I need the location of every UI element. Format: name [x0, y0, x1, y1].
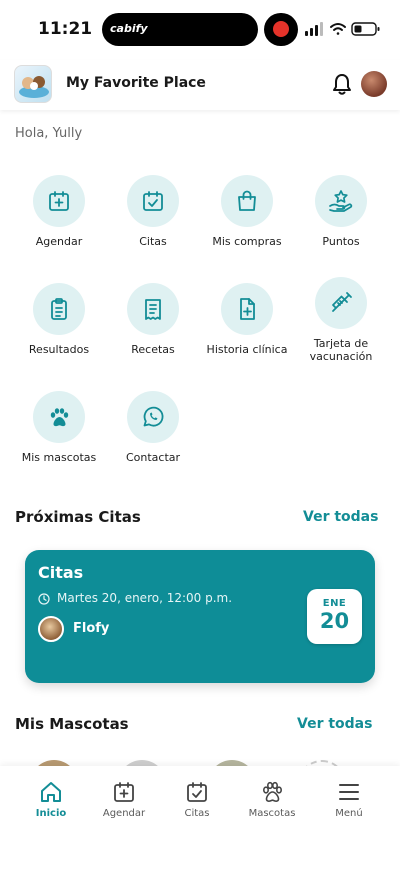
- app-header: My Favorite Place: [0, 60, 400, 110]
- bell-icon[interactable]: [331, 72, 353, 96]
- pets-see-all-link[interactable]: Ver todas: [297, 716, 372, 732]
- nav-label: Citas: [184, 808, 210, 819]
- user-avatar[interactable]: [361, 71, 387, 97]
- nav-item-mascotas[interactable]: Mascotas: [234, 780, 310, 819]
- date-day: 20: [319, 609, 350, 633]
- dynamic-island[interactable]: cabify: [102, 13, 258, 46]
- shopping-bag-icon: [221, 175, 273, 227]
- screen-recording-indicator[interactable]: [264, 13, 298, 46]
- nav-item-agendar[interactable]: Agendar: [86, 780, 162, 819]
- nav-item-citas[interactable]: Citas: [159, 780, 235, 819]
- greeting-text: Hola, Yully: [15, 126, 83, 141]
- calendar-plus-icon: [114, 782, 134, 802]
- calendar-check-icon: [127, 175, 179, 227]
- clock-icon: [38, 593, 50, 605]
- appointment-title: Citas: [38, 563, 84, 582]
- app-logo: [14, 65, 52, 103]
- nav-item-inicio[interactable]: Inicio: [13, 780, 89, 819]
- upcoming-title: Próximas Citas: [15, 508, 141, 526]
- calendar-plus-icon: [33, 175, 85, 227]
- nav-label: Mascotas: [248, 808, 296, 819]
- appointment-datetime: Martes 20, enero, 12:00 p.m.: [57, 591, 233, 605]
- action-resultados[interactable]: Resultados: [12, 283, 106, 356]
- syringe-icon: [315, 277, 367, 329]
- action-label: Puntos: [322, 235, 360, 248]
- date-month: ENE: [322, 598, 347, 609]
- pets-title: Mis Mascotas: [15, 715, 129, 733]
- paw-icon: [262, 781, 282, 802]
- action-contactar[interactable]: Contactar: [106, 391, 200, 464]
- action-mis-compras[interactable]: Mis compras: [200, 175, 294, 248]
- upcoming-see-all-link[interactable]: Ver todas: [303, 509, 378, 525]
- appointment-pet-name: Flofy: [73, 621, 110, 636]
- paw-icon: [33, 391, 85, 443]
- bottom-navigation: Inicio Agendar Citas Mascotas Menú: [0, 766, 400, 869]
- action-puntos[interactable]: Puntos: [294, 175, 388, 248]
- nav-label: Menú: [335, 808, 363, 819]
- appointment-card[interactable]: Citas Martes 20, enero, 12:00 p.m. Flofy…: [25, 550, 375, 683]
- live-activity-label: cabify: [110, 22, 148, 35]
- wifi-icon: [330, 23, 346, 35]
- action-mis-mascotas[interactable]: Mis mascotas: [12, 391, 106, 464]
- action-recetas[interactable]: Recetas: [106, 283, 200, 356]
- action-label: Recetas: [131, 343, 175, 356]
- status-time: 11:21: [38, 19, 93, 39]
- action-citas[interactable]: Citas: [106, 175, 200, 248]
- action-label: Agendar: [35, 235, 83, 248]
- action-label: Historia clínica: [206, 343, 288, 356]
- action-agendar[interactable]: Agendar: [12, 175, 106, 248]
- action-label: Mis compras: [212, 235, 282, 248]
- nav-label: Inicio: [35, 808, 67, 819]
- action-label: Mis mascotas: [21, 451, 97, 464]
- action-tarjeta-vacunacion[interactable]: Tarjeta de vacunación: [294, 277, 388, 363]
- action-historia-clinica[interactable]: Historia clínica: [200, 283, 294, 356]
- action-label: Resultados: [28, 343, 90, 356]
- whatsapp-icon: [127, 391, 179, 443]
- file-plus-icon: [221, 283, 273, 335]
- receipt-icon: [127, 283, 179, 335]
- date-badge: ENE 20: [307, 589, 362, 644]
- record-dot-icon: [273, 21, 289, 37]
- hand-star-icon: [315, 175, 367, 227]
- action-label: Contactar: [125, 451, 181, 464]
- status-icons: [305, 22, 380, 36]
- signal-icon: [305, 22, 323, 36]
- action-label: Citas: [139, 235, 167, 248]
- action-label: Tarjeta de vacunación: [309, 337, 373, 363]
- battery-icon: [351, 22, 380, 36]
- app-title: My Favorite Place: [66, 75, 206, 91]
- nav-item-menu[interactable]: Menú: [311, 780, 387, 819]
- home-icon: [41, 782, 61, 802]
- calendar-check-icon: [187, 782, 207, 802]
- clipboard-icon: [33, 283, 85, 335]
- menu-icon: [339, 784, 359, 800]
- pet-avatar: [38, 616, 64, 642]
- status-bar: 11:21 cabify: [0, 0, 400, 60]
- nav-label: Agendar: [102, 808, 146, 819]
